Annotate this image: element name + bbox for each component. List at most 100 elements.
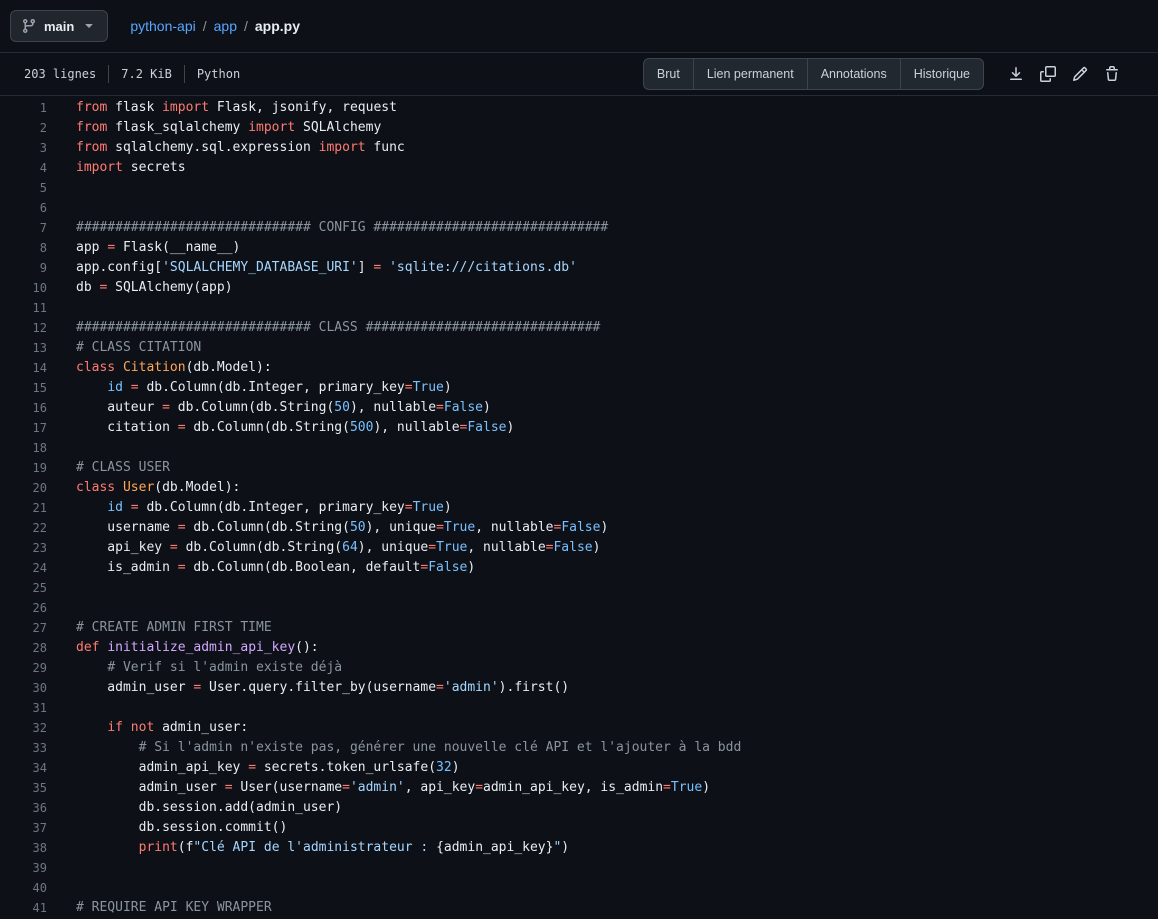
line-number[interactable]: 1	[0, 98, 47, 118]
line-number[interactable]: 11	[0, 298, 47, 318]
branch-selector[interactable]: main	[10, 10, 108, 42]
line-number[interactable]: 3	[0, 138, 47, 158]
line-number[interactable]: 37	[0, 818, 47, 838]
line-number[interactable]: 5	[0, 178, 47, 198]
top-bar: main python-api / app / app.py	[0, 0, 1158, 52]
download-button[interactable]	[1002, 60, 1030, 88]
line-number[interactable]: 40	[0, 878, 47, 898]
line-number[interactable]: 32	[0, 718, 47, 738]
code-line: 9app.config['SQLALCHEMY_DATABASE_URI'] =…	[0, 258, 1158, 278]
line-number[interactable]: 16	[0, 398, 47, 418]
code-line: 5	[0, 178, 1158, 198]
meta-divider	[108, 65, 109, 83]
line-number[interactable]: 6	[0, 198, 47, 218]
line-number[interactable]: 25	[0, 578, 47, 598]
line-number[interactable]: 8	[0, 238, 47, 258]
breadcrumb-separator: /	[244, 18, 248, 34]
download-icon	[1008, 66, 1024, 82]
code-text: db.session.add(admin_user)	[47, 798, 342, 818]
code-text: # CLASS CITATION	[47, 338, 201, 358]
code-text: db.session.commit()	[47, 818, 287, 838]
code-text	[47, 178, 76, 198]
file-header: 203 lignes 7.2 KiB Python Brut Lien perm…	[0, 52, 1158, 96]
code-text: from flask import Flask, jsonify, reques…	[47, 98, 397, 118]
file-meta: 203 lignes 7.2 KiB Python	[24, 65, 240, 83]
copy-file-button[interactable]	[1034, 60, 1062, 88]
code-text	[47, 698, 76, 718]
code-line: 26	[0, 598, 1158, 618]
line-number[interactable]: 34	[0, 758, 47, 778]
code-line: 34 admin_api_key = secrets.token_urlsafe…	[0, 758, 1158, 778]
code-text: import secrets	[47, 158, 186, 178]
line-number[interactable]: 20	[0, 478, 47, 498]
code-line: 1from flask import Flask, jsonify, reque…	[0, 98, 1158, 118]
trash-icon	[1104, 66, 1120, 82]
code-text: # Verif si l'admin existe déjà	[47, 658, 342, 678]
line-number[interactable]: 18	[0, 438, 47, 458]
line-number[interactable]: 9	[0, 258, 47, 278]
line-number[interactable]: 12	[0, 318, 47, 338]
line-number[interactable]: 22	[0, 518, 47, 538]
code-text: id = db.Column(db.Integer, primary_key=T…	[47, 498, 452, 518]
line-number[interactable]: 30	[0, 678, 47, 698]
code-text: db = SQLAlchemy(app)	[47, 278, 233, 298]
delete-button[interactable]	[1098, 60, 1126, 88]
code-area: 1from flask import Flask, jsonify, reque…	[0, 96, 1158, 918]
line-number[interactable]: 38	[0, 838, 47, 858]
code-line: 6	[0, 198, 1158, 218]
code-line: 18	[0, 438, 1158, 458]
line-number[interactable]: 7	[0, 218, 47, 238]
code-text: from sqlalchemy.sql.expression import fu…	[47, 138, 405, 158]
code-line: 11	[0, 298, 1158, 318]
line-number[interactable]: 10	[0, 278, 47, 298]
line-number[interactable]: 13	[0, 338, 47, 358]
code-text: ############################## CONFIG ##…	[47, 218, 608, 238]
history-button[interactable]: Historique	[900, 58, 984, 90]
line-number[interactable]: 19	[0, 458, 47, 478]
code-text: username = db.Column(db.String(50), uniq…	[47, 518, 608, 538]
line-number[interactable]: 14	[0, 358, 47, 378]
line-number[interactable]: 35	[0, 778, 47, 798]
breadcrumb-repo-link[interactable]: python-api	[130, 18, 195, 34]
code-text: is_admin = db.Column(db.Boolean, default…	[47, 558, 475, 578]
line-number[interactable]: 4	[0, 158, 47, 178]
code-text: if not admin_user:	[47, 718, 248, 738]
line-number[interactable]: 24	[0, 558, 47, 578]
code-line: 22 username = db.Column(db.String(50), u…	[0, 518, 1158, 538]
code-text	[47, 578, 76, 598]
line-number[interactable]: 23	[0, 538, 47, 558]
file-icon-actions	[998, 60, 1126, 88]
line-number[interactable]: 31	[0, 698, 47, 718]
code-text: ############################## CLASS ###…	[47, 318, 600, 338]
line-number[interactable]: 33	[0, 738, 47, 758]
code-line: 29 # Verif si l'admin existe déjà	[0, 658, 1158, 678]
edit-button[interactable]	[1066, 60, 1094, 88]
code-text: admin_api_key = secrets.token_urlsafe(32…	[47, 758, 460, 778]
breadcrumb-dir-link[interactable]: app	[214, 18, 237, 34]
blame-button[interactable]: Annotations	[807, 58, 901, 90]
git-branch-icon	[21, 18, 37, 34]
line-number[interactable]: 29	[0, 658, 47, 678]
line-number[interactable]: 41	[0, 898, 47, 918]
code-line: 41# REQUIRE API KEY WRAPPER	[0, 898, 1158, 918]
code-text	[47, 878, 76, 898]
code-line: 30 admin_user = User.query.filter_by(use…	[0, 678, 1158, 698]
line-number[interactable]: 21	[0, 498, 47, 518]
breadcrumb: python-api / app / app.py	[130, 18, 300, 34]
chevron-down-icon	[81, 18, 97, 34]
code-line: 4import secrets	[0, 158, 1158, 178]
line-number[interactable]: 2	[0, 118, 47, 138]
code-line: 35 admin_user = User(username='admin', a…	[0, 778, 1158, 798]
line-number[interactable]: 26	[0, 598, 47, 618]
code-line: 38 print(f"Clé API de l'administrateur :…	[0, 838, 1158, 858]
permalink-button[interactable]: Lien permanent	[693, 58, 808, 90]
code-line: 14class Citation(db.Model):	[0, 358, 1158, 378]
line-number[interactable]: 36	[0, 798, 47, 818]
line-number[interactable]: 15	[0, 378, 47, 398]
line-number[interactable]: 17	[0, 418, 47, 438]
raw-button[interactable]: Brut	[643, 58, 694, 90]
code-text: admin_user = User.query.filter_by(userna…	[47, 678, 569, 698]
line-number[interactable]: 39	[0, 858, 47, 878]
line-number[interactable]: 28	[0, 638, 47, 658]
line-number[interactable]: 27	[0, 618, 47, 638]
